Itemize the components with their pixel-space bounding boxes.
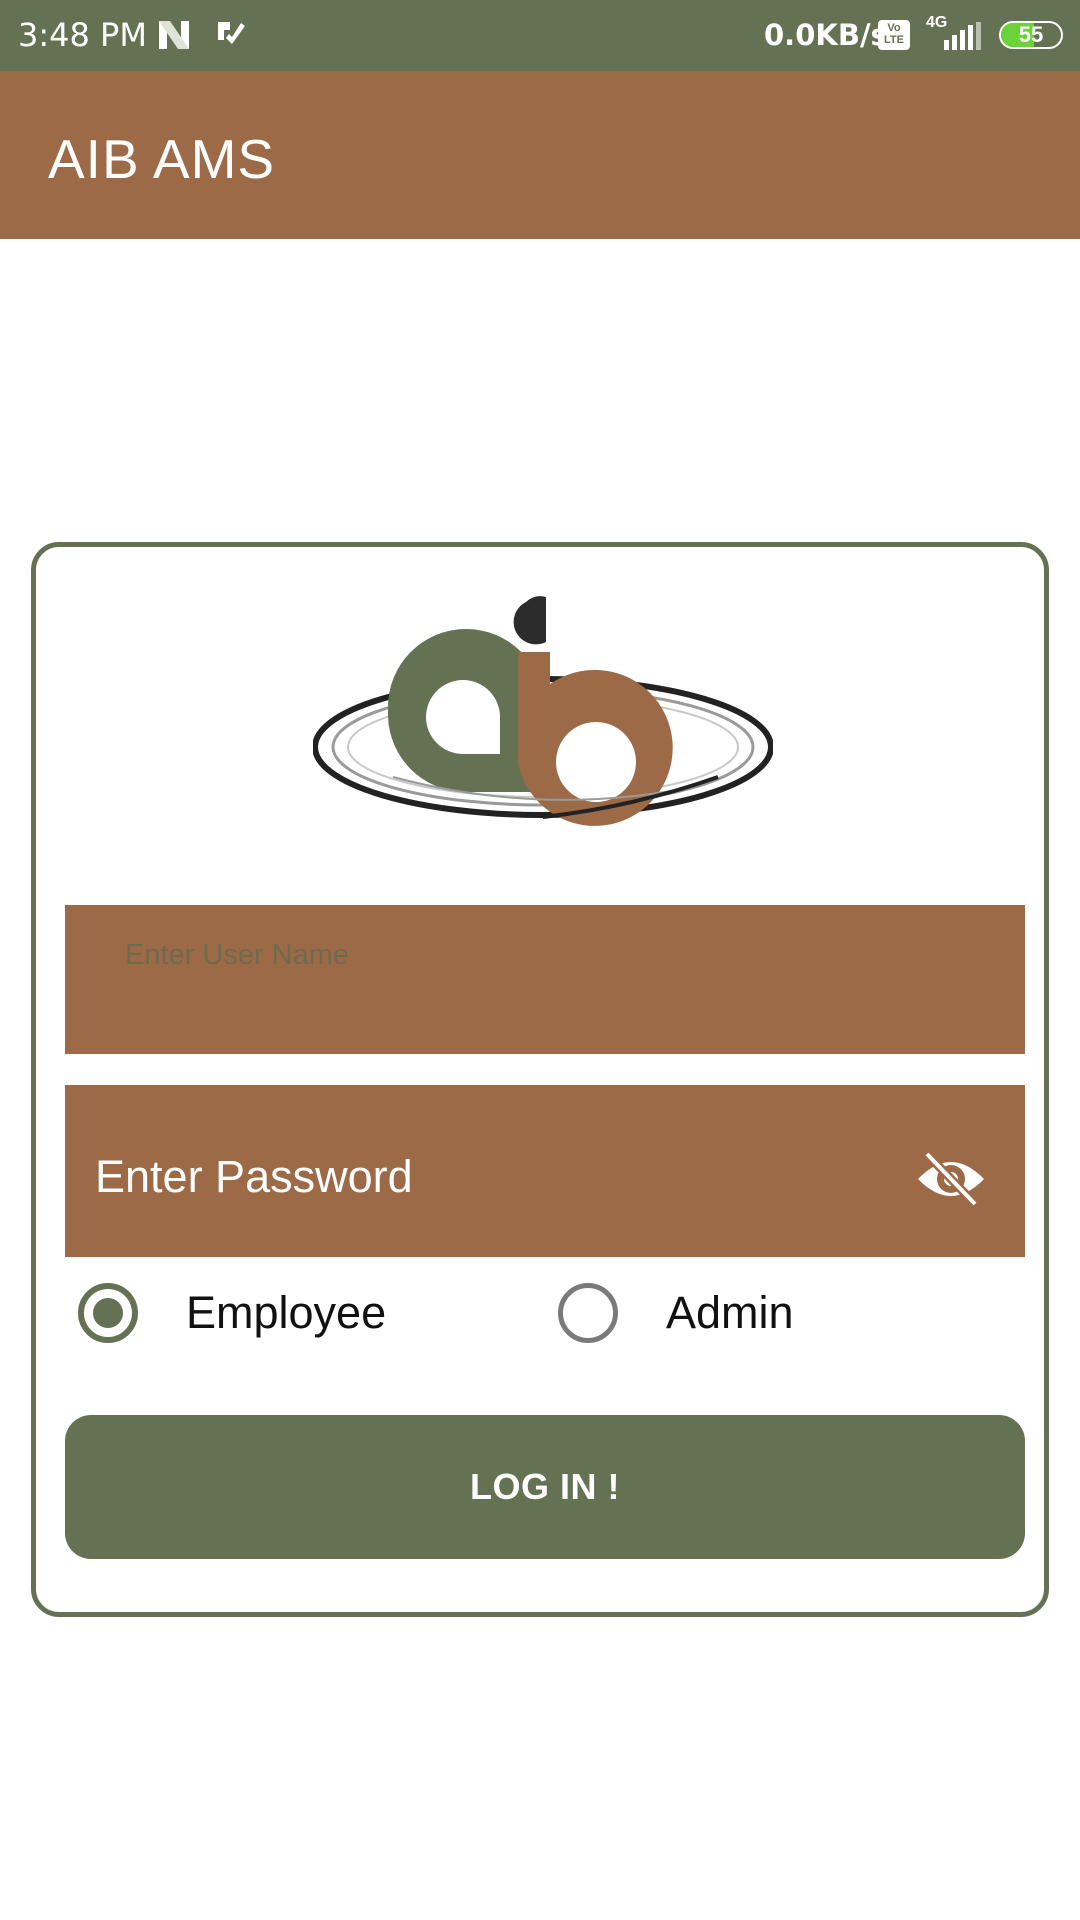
battery-level: 55 (1018, 22, 1044, 47)
role-admin-option[interactable]: Admin (558, 1275, 818, 1351)
n-notification-icon (156, 18, 192, 57)
role-employee-option[interactable]: Employee (78, 1275, 386, 1351)
eye-off-icon[interactable] (915, 1150, 987, 1208)
role-admin-label: Admin (666, 1287, 794, 1338)
login-button[interactable]: LOG IN ! (65, 1415, 1025, 1559)
aib-logo (312, 592, 774, 867)
network-speed: 0.0KB/s (764, 18, 888, 52)
battery-icon: 55 (999, 21, 1063, 49)
check-notification-icon (214, 18, 248, 57)
admin-radio-unchecked[interactable] (558, 1283, 618, 1343)
username-input[interactable] (65, 905, 1025, 1005)
app-bar: AIB AMS (0, 71, 1080, 239)
login-card: Enter Password Employee Admin LOG IN ! (31, 542, 1049, 1617)
role-employee-label: Employee (186, 1287, 387, 1338)
volte-icon: Vo LTE (878, 20, 910, 50)
signal-icon (944, 22, 984, 55)
employee-radio-checked[interactable] (78, 1283, 138, 1343)
password-field[interactable]: Enter Password (65, 1085, 1025, 1257)
password-label: Enter Password (95, 1151, 413, 1202)
app-title: AIB AMS (48, 128, 276, 190)
status-bar: 3:48 PM 0.0KB/s Vo LTE 4G 55 (0, 0, 1080, 71)
username-field (65, 905, 1025, 1054)
status-time: 3:48 PM (18, 16, 147, 54)
